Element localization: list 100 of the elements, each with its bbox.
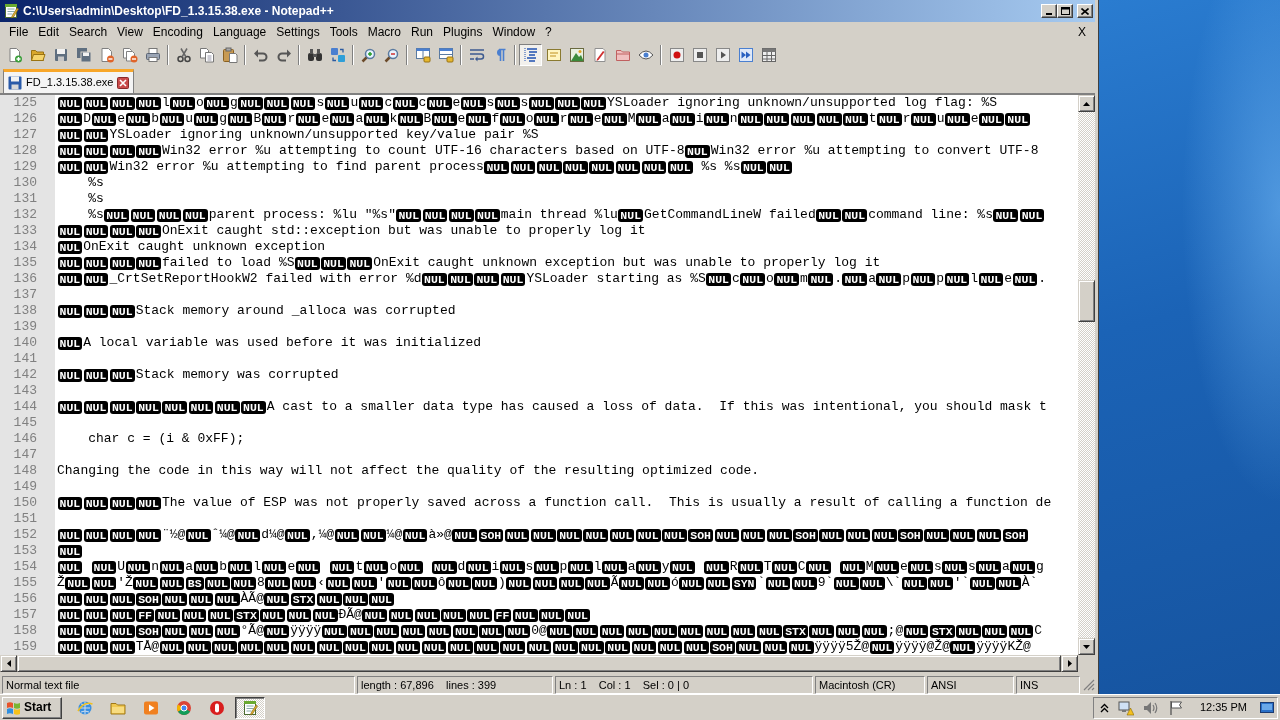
control-char-token: NUL	[374, 625, 400, 638]
minimize-button[interactable]	[1041, 4, 1057, 18]
control-char-token: NUL	[871, 529, 897, 542]
menu-item[interactable]: Encoding	[147, 24, 208, 40]
line-number: 154	[12, 559, 37, 575]
control-char-token: NUL	[57, 305, 83, 318]
control-char-token: STX	[929, 625, 955, 638]
control-char-token: STX	[783, 625, 808, 638]
code-text: TÅ@	[135, 639, 160, 654]
menu-item[interactable]: Edit	[33, 24, 65, 40]
flag-icon[interactable]	[1167, 699, 1183, 716]
network-warning-icon[interactable]	[1117, 699, 1134, 716]
code-text: ,¼@	[310, 527, 335, 542]
menu-item[interactable]: File	[4, 24, 34, 40]
vertical-scrollbar[interactable]	[1078, 95, 1095, 655]
code-text: '	[377, 575, 386, 590]
control-char-token: NUL	[136, 97, 161, 110]
maximize-button[interactable]	[1057, 4, 1073, 18]
menu-item[interactable]: Search	[64, 24, 113, 40]
control-char-token: NUL	[185, 529, 211, 542]
close-icon[interactable]	[117, 76, 130, 89]
control-char-token: NUL	[714, 529, 740, 542]
control-char-token: NUL	[583, 529, 609, 542]
control-char-token: NUL	[264, 593, 290, 606]
file-tab[interactable]: FD_1.3.15.38.exe	[3, 69, 135, 93]
control-char-token: NUL	[207, 609, 233, 622]
control-char-token: NUL	[447, 641, 473, 654]
control-char-token: NUL	[670, 113, 695, 126]
code-text: C	[797, 559, 806, 574]
scroll-down-button[interactable]	[1078, 638, 1095, 655]
control-char-token: NUL	[788, 641, 814, 654]
control-char-token: NUL	[57, 497, 83, 510]
close-button[interactable]	[1077, 4, 1093, 18]
menu-item[interactable]: Window	[487, 24, 541, 40]
control-char-token: NUL	[188, 625, 214, 638]
menu-item[interactable]: Run	[406, 24, 439, 40]
minimize-icon	[1046, 13, 1052, 15]
control-char-token: NUL	[547, 625, 572, 638]
code-text: %s %s	[701, 159, 741, 174]
control-char-token: NUL	[625, 625, 651, 638]
control-char-token: NUL	[414, 609, 440, 622]
status-pane: length : 67,896 lines : 399	[357, 676, 553, 694]
start-button[interactable]: Start	[2, 696, 62, 719]
control-char-token: NUL	[766, 529, 792, 542]
toolbar-button[interactable]	[519, 43, 542, 66]
control-char-token: NUL	[214, 401, 240, 414]
code-text: À`	[1021, 575, 1038, 590]
menu-item[interactable]: Tools	[324, 24, 363, 40]
code-text: b	[219, 559, 228, 574]
control-char-token: NUL	[764, 113, 790, 126]
up-arrow-icon[interactable]	[1099, 702, 1109, 713]
control-char-token: NUL	[1008, 625, 1034, 638]
control-char-token: NUL	[238, 641, 263, 654]
control-char-token: NUL	[265, 577, 291, 590]
control-char-token: NUL	[125, 113, 151, 126]
line-number: 149	[12, 479, 37, 495]
menu-item[interactable]: ?	[540, 24, 557, 40]
control-char-token: NUL	[57, 369, 83, 382]
line-number: 144	[12, 399, 37, 415]
control-char-token: NUL	[321, 625, 347, 638]
scroll-right-button[interactable]	[1061, 655, 1078, 672]
code-text: s	[486, 95, 495, 110]
stop-icon	[691, 46, 708, 63]
code-text: ÀÃ@	[240, 591, 264, 606]
control-char-token: NUL	[396, 209, 422, 222]
scroll-up-button[interactable]	[1078, 95, 1095, 112]
menu-item[interactable]: View	[112, 24, 148, 40]
control-char-token: NUL	[979, 113, 1004, 126]
line-number: 157	[12, 607, 37, 623]
control-char-token: NUL	[261, 113, 287, 126]
scrollbar-thumb[interactable]	[1078, 280, 1095, 322]
control-char-token: NUL	[91, 113, 117, 126]
control-char-token: NUL	[806, 561, 831, 574]
menu-item[interactable]: Macro	[362, 24, 406, 40]
control-char-token: NUL	[558, 577, 584, 590]
code-text: ÐÃ@	[338, 607, 362, 622]
close-document-button[interactable]: X	[1073, 24, 1091, 40]
line-number: 158	[12, 623, 37, 639]
control-char-token: NUL	[816, 113, 842, 126]
control-char-token: NUL	[539, 609, 564, 622]
control-char-token: NUL	[57, 625, 83, 638]
control-char-token: NUL	[1012, 273, 1038, 286]
control-char-token: NUL	[351, 577, 377, 590]
code-text: o	[389, 559, 398, 574]
code-text: Ã	[610, 575, 619, 590]
menu-item[interactable]: Settings	[271, 24, 325, 40]
picture-icon	[568, 46, 585, 63]
desktop-icon[interactable]	[1260, 700, 1274, 715]
menu-item[interactable]: Plugins	[438, 24, 488, 40]
status-pane: ANSI	[927, 676, 1014, 694]
control-char-token: NUL	[347, 257, 373, 270]
control-char-token: NUL	[264, 97, 290, 110]
taskbar-button[interactable]	[235, 696, 265, 719]
code-text: _CrtSetReportHookW2 failed with error %d	[109, 271, 422, 286]
code-text: )	[498, 575, 506, 590]
code-text: D	[83, 111, 92, 126]
scroll-left-button[interactable]	[0, 655, 17, 672]
clock: 12:35 PM	[1199, 700, 1247, 715]
control-char-token: NUL	[57, 145, 83, 158]
menu-item[interactable]: Language	[207, 24, 272, 40]
